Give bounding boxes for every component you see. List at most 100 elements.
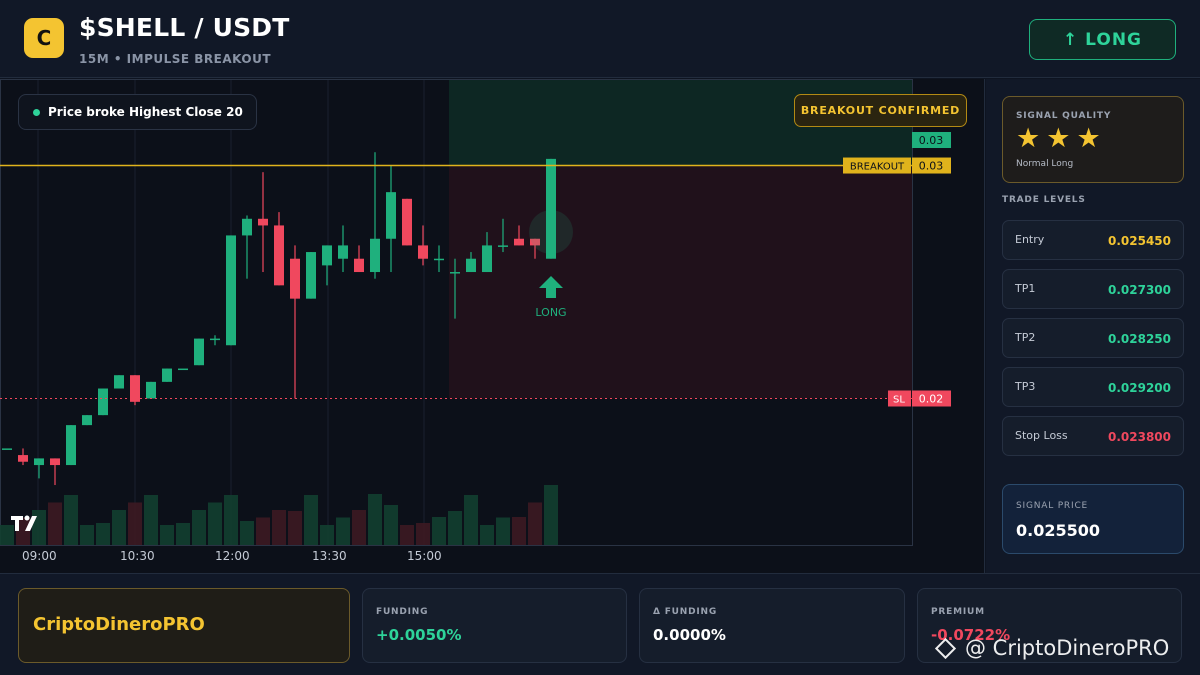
level-name: TP1 [1015, 282, 1036, 295]
x-axis-label: 13:30 [312, 549, 347, 563]
signal-glow [529, 210, 573, 255]
breakout-value-text: 0.03 [919, 160, 944, 173]
level-tp1: TP1 0.027300 [1002, 269, 1184, 309]
long-marker-label: LONG [535, 306, 566, 319]
candle-body [466, 258, 476, 273]
candle-body [482, 245, 492, 273]
candle-body [34, 458, 44, 466]
volume-bar [496, 517, 510, 545]
x-axis-label: 09:00 [22, 549, 57, 563]
status-dot-icon [33, 108, 40, 116]
volume-bar [112, 510, 126, 545]
candle-body [450, 272, 460, 274]
signal-price-card: SIGNAL PRICE 0.025500 [1002, 484, 1184, 554]
sl-value-text: 0.02 [919, 393, 944, 406]
volume-bar [192, 510, 206, 545]
level-name: Entry [1015, 233, 1045, 246]
pair-title: $SHELL / USDT [79, 13, 290, 42]
binance-logo-icon [934, 637, 957, 659]
level-tp2: TP2 0.028250 [1002, 318, 1184, 358]
volume-bar [400, 525, 414, 545]
candle-body [66, 425, 76, 466]
volume-bar [256, 517, 270, 545]
volume-bar [352, 510, 366, 545]
candle-body [290, 258, 300, 299]
candle-body [242, 218, 252, 236]
signal-quality-title: SIGNAL QUALITY [1016, 111, 1112, 121]
volume-bar [384, 505, 398, 545]
timeframe-subtitle: 15M • IMPULSE BREAKOUT [79, 52, 272, 66]
risk-zone [449, 165, 912, 399]
delta-funding-value: 0.0000% [653, 626, 726, 644]
watermark: @ CriptoDineroPRO [934, 636, 1170, 660]
price-chart[interactable]: LONG 0.03 BREAKOUT 0.03 SL 0.02 Price broke H… [0, 79, 985, 573]
volume-bar [544, 485, 558, 545]
volume-bar [272, 510, 286, 545]
candle-body [354, 258, 364, 273]
x-axis-label: 15:00 [407, 549, 442, 563]
chart-canvas: LONG 0.03 BREAKOUT 0.03 SL 0.02 [0, 79, 951, 546]
long-signal-button[interactable]: ↑ LONG [1029, 19, 1176, 60]
candle-body [498, 245, 508, 247]
candle-body [514, 238, 524, 246]
candle-body [322, 245, 332, 266]
breakout-confirmed-badge: BREAKOUT CONFIRMED [794, 94, 967, 127]
level-tp3: TP3 0.029200 [1002, 367, 1184, 407]
star-icon: ★ [1016, 123, 1041, 154]
candle-body [274, 225, 284, 286]
volume-bar [208, 502, 222, 545]
candle-body [402, 198, 412, 246]
level-value: 0.025450 [1107, 234, 1171, 248]
level-value: 0.028250 [1107, 332, 1171, 346]
candle-body [258, 218, 268, 226]
header-bar: C $SHELL / USDT 15M • IMPULSE BREAKOUT ↑… [0, 0, 1200, 78]
premium-title: PREMIUM [931, 607, 985, 617]
star-icon: ★ [1076, 123, 1101, 154]
volume-bar [480, 525, 494, 545]
volume-bar [224, 495, 238, 545]
star-icon: ★ [1046, 123, 1071, 154]
coin-logo-icon: C [24, 18, 64, 58]
level-name: Stop Loss [1015, 429, 1068, 442]
volume-bar [144, 495, 158, 545]
volume-bar [128, 502, 142, 545]
candle-body [386, 192, 396, 239]
breakout-note-text: Price broke Highest Close 20 [48, 105, 243, 119]
sl-label-text: SL [893, 395, 905, 406]
candle-body [2, 448, 12, 450]
volume-bar [448, 511, 462, 545]
candle-body [434, 258, 444, 261]
watermark-text: @ CriptoDineroPRO [965, 636, 1170, 660]
x-axis-label: 12:00 [215, 549, 250, 563]
target-price-text: 0.03 [919, 134, 944, 147]
candle-body [18, 455, 28, 462]
delta-funding-title: Δ FUNDING [653, 607, 718, 617]
volume-bar [368, 494, 382, 545]
volume-bar [528, 502, 542, 545]
candle-body [98, 388, 108, 416]
breakout-label-text: BREAKOUT [850, 162, 905, 173]
volume-bar [304, 495, 318, 545]
brand-card: CriptoDineroPRO [18, 588, 350, 663]
candle-body [178, 368, 188, 371]
level-name: TP3 [1015, 380, 1036, 393]
signal-price-title: SIGNAL PRICE [1016, 501, 1089, 511]
candle-body [114, 375, 124, 389]
signal-quality-card: SIGNAL QUALITY ★ ★ ★ Normal Long [1002, 96, 1184, 183]
candle-body [146, 381, 156, 399]
volume-bar [320, 525, 334, 545]
level-value: 0.023800 [1107, 430, 1171, 444]
trade-levels-title: TRADE LEVELS [1002, 195, 1086, 205]
footer-bar: CriptoDineroPRO FUNDING +0.0050% Δ FUNDI… [0, 573, 1200, 675]
level-stop-loss: Stop Loss 0.023800 [1002, 416, 1184, 456]
volume-bar [240, 521, 254, 545]
volume-bar [64, 495, 78, 545]
x-axis-label: 10:30 [120, 549, 155, 563]
volume-bar [176, 523, 190, 545]
candle-body [82, 415, 92, 426]
signal-panel: SIGNAL QUALITY ★ ★ ★ Normal Long TRADE L… [986, 79, 1200, 573]
candle-body [370, 238, 380, 273]
brand-name: CriptoDineroPRO [33, 614, 205, 635]
level-value: 0.029200 [1107, 381, 1171, 395]
candle-body [418, 245, 428, 259]
